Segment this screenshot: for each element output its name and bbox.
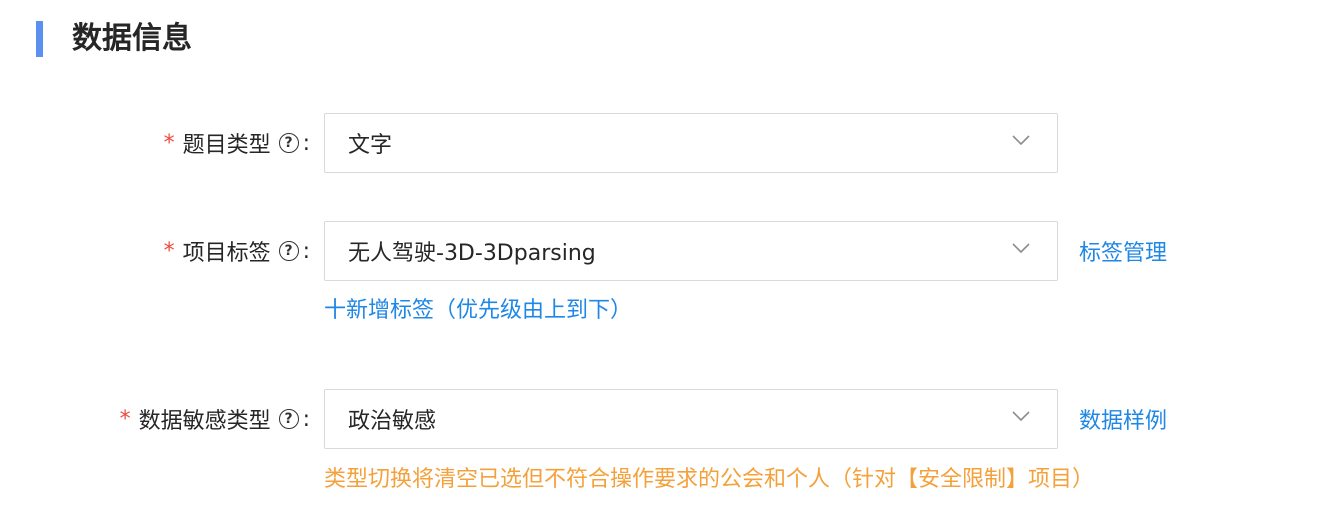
label-text: 题目类型 <box>182 133 271 158</box>
label-colon: : <box>302 238 310 264</box>
add-tag-link[interactable]: 十新增标签（优先级由上到下） <box>324 294 632 328</box>
select-value: 文字 <box>348 133 393 158</box>
chevron-down-icon <box>1012 243 1030 254</box>
required-mark: * <box>163 238 175 264</box>
required-mark: * <box>163 130 175 156</box>
required-mark: * <box>119 406 131 432</box>
field-label-topic-type: * 题目类型 ? : <box>164 113 310 173</box>
section-accent-bar <box>36 21 43 57</box>
select-value: 政治敏感 <box>348 409 437 434</box>
select-value: 无人驾驶-3D-3Dparsing <box>348 241 596 266</box>
form-row-data-sensitivity: * 数据敏感类型 ? : 政治敏感 数据样例 <box>0 389 1330 449</box>
form-row-topic-type: * 题目类型 ? : 文字 <box>0 113 1330 173</box>
data-sample-link[interactable]: 数据样例 <box>1079 389 1167 449</box>
sensitivity-warning-text: 类型切换将清空已选但不符合操作要求的公会和个人（针对【安全限制】项目） <box>324 467 1095 492</box>
field-label-project-tags: * 项目标签 ? : <box>164 221 310 281</box>
chevron-down-icon <box>1012 135 1030 146</box>
field-label-data-sensitivity: * 数据敏感类型 ? : <box>120 389 310 449</box>
tag-management-link[interactable]: 标签管理 <box>1079 221 1167 281</box>
label-colon: : <box>302 406 310 432</box>
question-circle-icon[interactable]: ? <box>278 133 299 153</box>
data-sensitivity-select[interactable]: 政治敏感 <box>324 389 1058 449</box>
label-colon: : <box>302 130 310 156</box>
label-text: 数据敏感类型 <box>138 409 271 434</box>
chevron-down-icon <box>1012 411 1030 422</box>
form-row-project-tags: * 项目标签 ? : 无人驾驶-3D-3Dparsing 标签管理 <box>0 221 1330 281</box>
topic-type-select[interactable]: 文字 <box>324 113 1058 173</box>
question-circle-icon[interactable]: ? <box>278 241 299 261</box>
section-title: 数据信息 <box>72 21 192 56</box>
label-text: 项目标签 <box>182 241 271 266</box>
project-tags-select[interactable]: 无人驾驶-3D-3Dparsing <box>324 221 1058 281</box>
question-circle-icon[interactable]: ? <box>278 409 299 429</box>
